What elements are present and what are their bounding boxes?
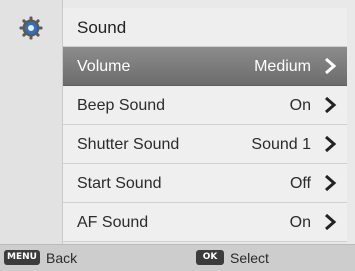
menu-title: Sound [77,18,127,37]
menu-item-start-sound[interactable]: Start Sound Off [63,164,347,203]
chevron-right-icon [323,96,337,114]
sound-settings-list: Volume Medium Beep Sound On Shutter Soun… [63,47,347,242]
settings-gear-icon[interactable] [19,16,43,40]
chevron-right-icon [323,135,337,153]
ok-key-badge[interactable]: OK [196,250,224,265]
menu-item-value: On [289,214,311,231]
menu-item-label: Volume [77,58,131,75]
menu-key-badge[interactable]: MENU [4,250,40,265]
menu-item-beep-sound[interactable]: Beep Sound On [63,86,347,125]
select-hint-label: Select [230,250,269,266]
menu-item-value: Sound 1 [251,136,311,153]
camera-settings-screen: Sound Volume Medium Beep Sound On Shutte… [0,0,355,271]
category-column [0,0,63,244]
menu-item-value: Medium [254,58,311,75]
menu-item-label: Start Sound [77,175,162,192]
menu-item-label: Shutter Sound [77,136,180,153]
menu-item-shutter-sound[interactable]: Shutter Sound Sound 1 [63,125,347,164]
menu-item-volume[interactable]: Volume Medium [63,47,347,86]
chevron-right-icon [323,57,337,75]
button-hint-bar: MENU Back OK Select [0,244,355,271]
chevron-right-icon [323,174,337,192]
back-hint-label: Back [46,250,78,266]
menu-title-bar: Sound [63,8,347,47]
menu-item-label: Beep Sound [77,97,166,114]
menu-item-af-sound[interactable]: AF Sound On [63,203,347,242]
menu-item-label: AF Sound [77,214,149,231]
menu-item-value: On [289,97,311,114]
chevron-right-icon [323,213,337,231]
menu-item-value: Off [289,175,311,192]
